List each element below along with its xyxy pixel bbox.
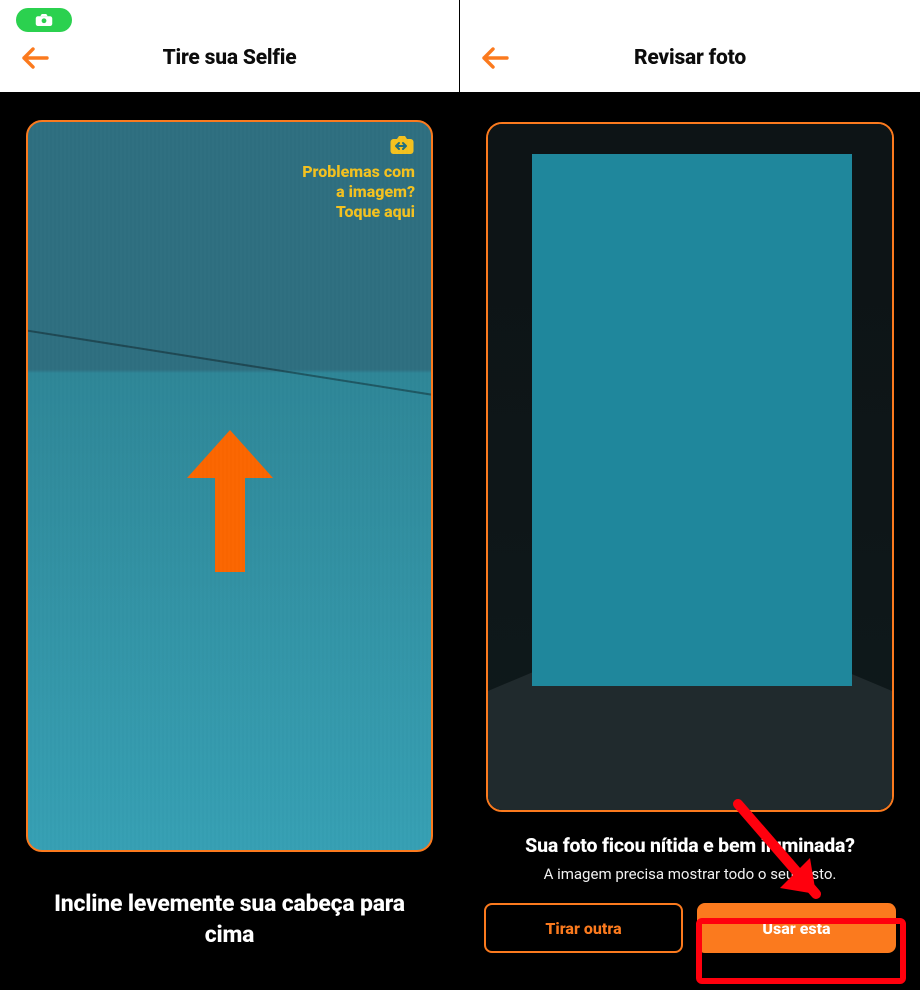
review-question: Sua foto ficou nítida e bem iluminada?: [460, 812, 920, 865]
retake-button[interactable]: Tirar outra: [484, 903, 683, 953]
back-button[interactable]: [20, 46, 50, 70]
header: Revisar foto: [460, 0, 920, 92]
face-redaction: [532, 154, 852, 686]
screen-review-photo: Revisar foto Sua foto ficou nítida e bem…: [460, 0, 920, 990]
back-button[interactable]: [480, 46, 510, 70]
screen-take-selfie: Tire sua Selfie Problemas com a imagem? …: [0, 0, 460, 990]
camera-active-pill: [16, 8, 72, 32]
camera-area: Problemas com a imagem? Toque aqui: [0, 92, 459, 852]
review-subtext: A imagem precisa mostrar todo o seu rost…: [460, 865, 920, 883]
switch-camera-button[interactable]: Problemas com a imagem? Toque aqui: [302, 134, 415, 222]
instruction-text: Incline levemente sua cabeça para cima: [0, 852, 459, 950]
help-text-line3: Toque aqui: [302, 202, 415, 222]
camera-viewfinder: Problemas com a imagem? Toque aqui: [26, 120, 433, 852]
tilt-up-arrow-icon: [175, 422, 285, 582]
photo-preview: [486, 122, 894, 812]
help-text-line2: a imagem?: [302, 182, 415, 202]
page-title: Tire sua Selfie: [163, 46, 297, 70]
button-row: Tirar outra Usar esta: [460, 883, 920, 953]
page-title: Revisar foto: [634, 46, 746, 70]
camera-icon: [35, 13, 53, 27]
use-photo-button[interactable]: Usar esta: [697, 903, 896, 953]
flip-camera-icon: [389, 134, 415, 156]
header: Tire sua Selfie: [0, 0, 459, 92]
help-text-line1: Problemas com: [302, 162, 415, 182]
photo-area: [460, 92, 920, 812]
